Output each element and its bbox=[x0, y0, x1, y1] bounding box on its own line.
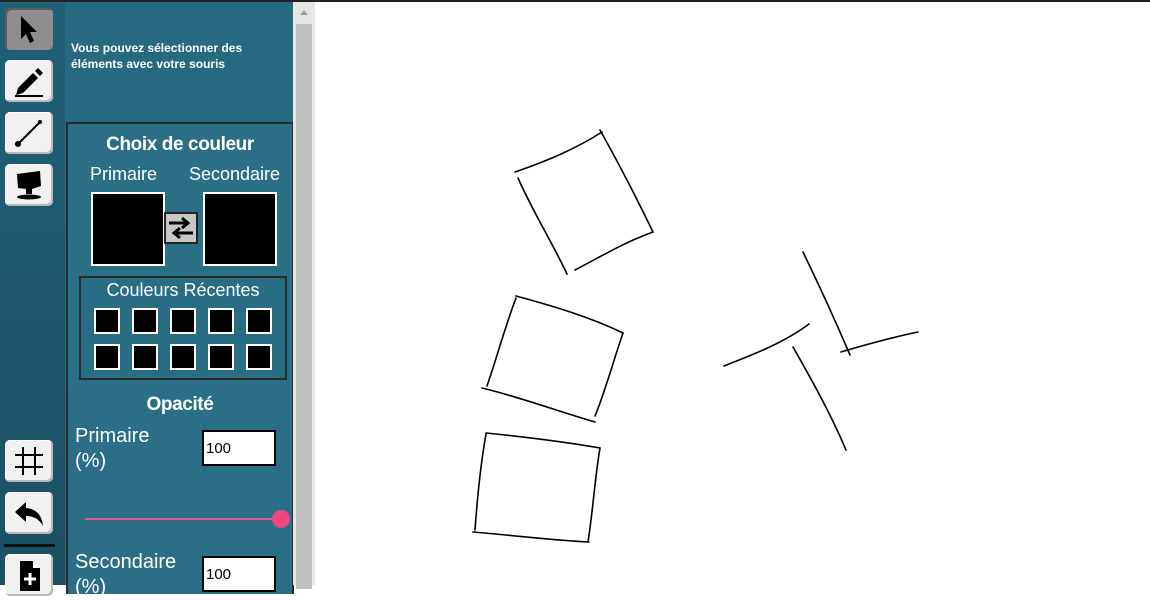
recent-colors-title: Couleurs Récentes bbox=[106, 280, 260, 300]
recent-color-swatch[interactable] bbox=[94, 344, 120, 370]
recent-color-swatch[interactable] bbox=[246, 308, 272, 334]
swap-arrows-icon bbox=[169, 216, 193, 240]
recent-color-swatch[interactable] bbox=[94, 308, 120, 334]
color-panel: Choix de couleur Primaire Secondaire Cou… bbox=[66, 122, 294, 598]
paint-bucket-icon bbox=[17, 171, 41, 200]
undo-tool-button[interactable] bbox=[5, 492, 53, 534]
tool-sidebar bbox=[0, 2, 65, 596]
recent-color-swatch[interactable] bbox=[208, 308, 234, 334]
grid-icon bbox=[15, 447, 43, 475]
pencil-icon bbox=[15, 68, 43, 97]
grid-tool-button[interactable] bbox=[5, 440, 53, 482]
new-file-tool-button[interactable] bbox=[5, 554, 53, 596]
canvas-drawing bbox=[472, 129, 919, 543]
toolbar-separator bbox=[4, 544, 55, 547]
recent-colors-box: Couleurs Récentes bbox=[79, 276, 287, 380]
freehand-square-2[interactable] bbox=[481, 295, 624, 423]
secondary-color-label: Secondaire bbox=[189, 164, 281, 184]
primary-color-label: Primaire bbox=[90, 164, 158, 184]
cursor-arrow-icon bbox=[21, 16, 37, 43]
pencil-tool-button[interactable] bbox=[5, 60, 53, 102]
swap-colors-button[interactable] bbox=[164, 212, 198, 244]
undo-icon bbox=[15, 502, 43, 526]
opacity-secondary-input[interactable] bbox=[202, 556, 276, 592]
recent-colors-grid bbox=[94, 308, 272, 370]
line-icon bbox=[15, 120, 42, 147]
tool-info-text: Vous pouvez sélectionner des éléments av… bbox=[71, 41, 243, 71]
fill-tool-button[interactable] bbox=[5, 164, 53, 206]
opacity-slider-track bbox=[85, 518, 281, 520]
freehand-square-3[interactable] bbox=[472, 432, 601, 543]
opacity-section-title: Opacité bbox=[146, 394, 214, 415]
secondary-color-swatch[interactable] bbox=[203, 192, 277, 266]
recent-color-swatch[interactable] bbox=[170, 344, 196, 370]
recent-color-swatch[interactable] bbox=[132, 308, 158, 334]
opacity-primary-input[interactable] bbox=[202, 430, 276, 466]
recent-color-swatch[interactable] bbox=[170, 308, 196, 334]
freehand-square-1[interactable] bbox=[514, 129, 654, 275]
attributes-panel: Vous pouvez sélectionner des éléments av… bbox=[65, 2, 294, 598]
scrollbar-thumb[interactable] bbox=[296, 24, 312, 589]
freehand-pinwheel[interactable] bbox=[723, 251, 919, 451]
primary-color-swatch[interactable] bbox=[91, 192, 165, 266]
opacity-secondary-label: Secondaire (%) bbox=[75, 551, 177, 598]
opacity-primary-label: Primaire (%) bbox=[75, 425, 150, 472]
drawing-canvas[interactable] bbox=[315, 2, 1150, 585]
scroll-up-arrow-icon[interactable] bbox=[300, 10, 308, 15]
recent-color-swatch[interactable] bbox=[208, 344, 234, 370]
recent-color-swatch[interactable] bbox=[246, 344, 272, 370]
color-section-title: Choix de couleur bbox=[106, 134, 254, 155]
select-tool-button[interactable] bbox=[5, 8, 53, 50]
line-tool-button[interactable] bbox=[5, 112, 53, 154]
panel-scrollbar[interactable] bbox=[293, 2, 315, 589]
recent-color-swatch[interactable] bbox=[132, 344, 158, 370]
new-file-icon bbox=[20, 561, 40, 591]
opacity-slider-thumb[interactable] bbox=[272, 510, 290, 528]
opacity-primary-slider[interactable] bbox=[85, 510, 290, 528]
